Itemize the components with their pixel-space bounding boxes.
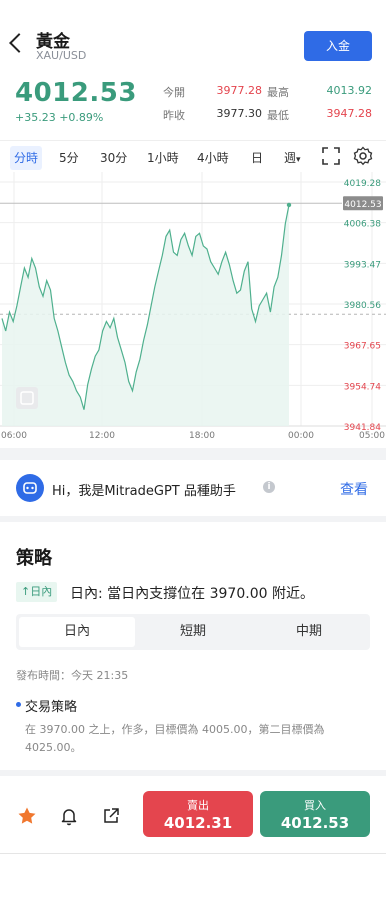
x-tick-label: 18:00 — [189, 431, 215, 441]
chevron-down-icon: ▾ — [296, 155, 301, 165]
buy-button[interactable]: 買入 4012.53 — [260, 791, 370, 837]
y-tick-label: 3980.56 — [344, 301, 381, 311]
publish-time: 發布時間：今天 21:35 — [16, 669, 129, 682]
gear-icon[interactable] — [353, 146, 373, 166]
back-arrow-icon[interactable] — [9, 33, 29, 53]
header: 黃金 XAU/USD 入金 — [0, 0, 386, 72]
current-price-tag-label: 4012.53 — [344, 200, 381, 210]
bell-icon[interactable] — [59, 806, 79, 826]
x-tick-label: 06:00 — [1, 431, 27, 441]
fullscreen-icon[interactable] — [321, 146, 341, 166]
segment-mid-term[interactable]: 中期 — [251, 617, 367, 647]
y-tick-label: 3993.47 — [344, 260, 381, 270]
tab-30min[interactable]: 30分 — [96, 146, 131, 170]
sell-label: 賣出 — [187, 799, 209, 812]
high-value: 4013.92 — [326, 84, 373, 97]
strategy-card: 策略 ↑日內 日內: 當日內支撐位在 3970.00 附近。 日內 短期 中期 … — [0, 522, 386, 770]
tab-4hour[interactable]: 4小時 — [193, 146, 233, 170]
deposit-button[interactable]: 入金 — [304, 31, 372, 61]
current-price: 4012.53 — [15, 78, 137, 108]
high-label: 最高 — [267, 86, 289, 99]
segment-short-term[interactable]: 短期 — [135, 617, 251, 647]
trade-footer: 賣出 4012.31 買入 4012.53 — [0, 776, 386, 854]
price-change: +35.23 +0.89% — [15, 111, 104, 124]
low-label: 最低 — [267, 109, 289, 122]
gpt-banner[interactable]: Hi，我是MitradeGPT 品種助手 i 查看 — [0, 460, 386, 516]
strategy-headline: 日內: 當日內支撐位在 3970.00 附近。 — [70, 586, 314, 602]
x-tick-label: 12:00 — [89, 431, 115, 441]
info-icon[interactable]: i — [263, 481, 275, 493]
x-tick-label: 00:00 — [288, 431, 314, 441]
strategy-segmented-control: 日內 短期 中期 — [16, 614, 370, 650]
gpt-banner-text: Hi，我是MitradeGPT 品種助手 — [52, 484, 236, 499]
prev-close-label: 昨收 — [163, 109, 185, 122]
low-value: 3947.28 — [326, 107, 373, 120]
timeframe-tabs: 分時 5分 30分 1小時 4小時 日 週▾ — [0, 140, 386, 172]
chart-tool-icon[interactable] — [16, 387, 38, 409]
y-tick-label: 3954.74 — [344, 382, 381, 392]
open-value: 3977.28 — [216, 84, 263, 97]
mitrade-gpt-icon — [16, 474, 44, 502]
x-tick-label: 05:00 — [359, 431, 385, 441]
share-icon[interactable] — [101, 806, 121, 826]
view-link[interactable]: 查看 — [340, 479, 368, 499]
tab-week-label: 週 — [284, 151, 297, 165]
trading-strategy-body: 在 3970.00 之上，作多，目標價為 4005.00，第二目標價為 4025… — [25, 723, 325, 754]
sell-button[interactable]: 賣出 4012.31 — [143, 791, 253, 837]
strategy-title: 策略 — [16, 548, 52, 569]
tab-day[interactable]: 日 — [247, 146, 267, 170]
direction-badge: ↑日內 — [16, 582, 58, 602]
tab-5min[interactable]: 5分 — [55, 146, 83, 170]
tab-week[interactable]: 週▾ — [280, 146, 305, 170]
last-price-dot — [286, 202, 292, 208]
sell-price: 4012.31 — [163, 814, 233, 832]
y-tick-label: 4019.28 — [344, 179, 381, 189]
star-icon[interactable] — [17, 806, 37, 826]
tab-1min[interactable]: 分時 — [10, 146, 43, 170]
prev-close-value: 3977.30 — [216, 107, 263, 120]
price-area — [2, 204, 289, 426]
buy-label: 買入 — [304, 799, 326, 812]
tab-1hour[interactable]: 1小時 — [143, 146, 183, 170]
y-tick-label: 4006.38 — [344, 220, 381, 230]
trading-strategy-heading: 交易策略 — [25, 700, 78, 715]
instrument-symbol: XAU/USD — [36, 49, 87, 62]
open-label: 今開 — [163, 86, 185, 99]
segment-intraday[interactable]: 日內 — [19, 617, 135, 647]
price-chart[interactable]: 4019.28 4006.38 3993.47 3980.56 3967.65 3954.… — [0, 172, 386, 444]
bullet-dot — [16, 702, 21, 707]
y-tick-label: 3967.65 — [344, 342, 381, 352]
divider — [0, 448, 386, 460]
buy-price: 4012.53 — [280, 814, 350, 832]
